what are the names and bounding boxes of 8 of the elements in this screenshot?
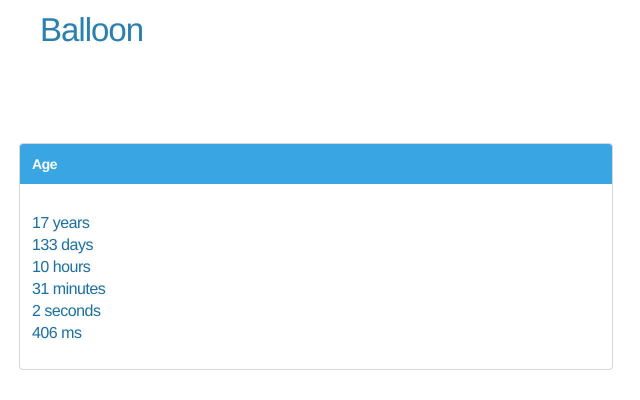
age-value: 10 hours [32, 258, 92, 278]
age-value: 17 years [32, 214, 90, 234]
age-value: 2 seconds [32, 302, 102, 322]
age-value: 406 ms [32, 324, 82, 344]
page-title: Balloon [40, 10, 144, 50]
panel-heading: Age [20, 144, 612, 184]
age-value: 31 minutes [32, 280, 106, 300]
age-value: 133 days [32, 236, 94, 256]
